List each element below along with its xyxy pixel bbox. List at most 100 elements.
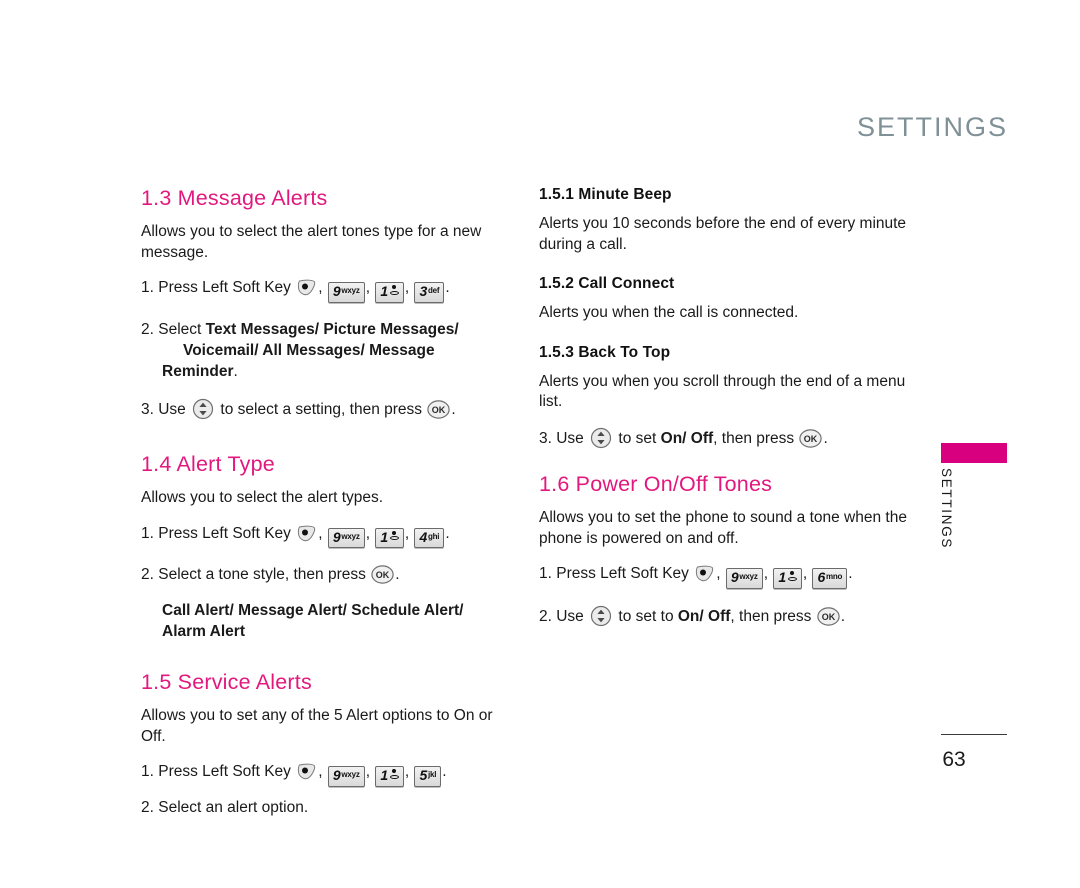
- on-off-value: On/ Off: [677, 607, 731, 625]
- keycap-9: 9wxyz: [327, 282, 365, 303]
- comma-1: ,: [716, 565, 721, 583]
- section-1-4-description: Allows you to select the alert types.: [141, 489, 384, 507]
- period-2: .: [233, 362, 238, 380]
- comma-2: ,: [763, 565, 768, 583]
- section-title-1-5-1: 1.5.1 Minute Beep: [539, 186, 672, 203]
- period-1: .: [848, 565, 853, 583]
- step-text: 3. Use: [141, 400, 191, 418]
- period-2: .: [395, 566, 400, 584]
- keycap-1-number: 1: [778, 569, 786, 586]
- svg-text:OK: OK: [432, 405, 446, 415]
- section-1-5-3-description: Alerts you when you scroll through the e…: [539, 372, 906, 411]
- step-text: , then press: [730, 607, 816, 625]
- keycap-9-number: 9: [332, 528, 341, 545]
- voicemail-glyph-icon: [787, 571, 797, 583]
- keycap-9-number: 9: [332, 283, 341, 300]
- comma-2: ,: [365, 524, 370, 542]
- step-text: 2. Select: [141, 320, 206, 338]
- section-1-5-description: Allows you to set any of the 5 Alert opt…: [141, 707, 493, 745]
- comma-3: ,: [404, 763, 410, 781]
- step-text: 1. Press Left Soft Key: [539, 565, 689, 583]
- step-text: 1. Press Left Soft Key: [141, 763, 291, 781]
- keycap-1-number: 1: [380, 767, 388, 784]
- ok-key-icon: OK: [427, 400, 451, 419]
- section-1-6-description: Allows you to set the phone to sound a t…: [539, 509, 907, 547]
- step-text: 3. Use: [539, 430, 589, 448]
- options-line-2: Alarm Alert: [162, 623, 245, 641]
- step2-option-line-1: Text Messages/ Picture Messages/: [205, 320, 459, 338]
- running-head: SETTINGS: [856, 112, 1008, 142]
- keycap-5-letters: jkl: [427, 770, 437, 780]
- section-1-4-options: Call Alert/ Message Alert/ Schedule Aler…: [141, 601, 509, 643]
- keycap-9-number: 9: [730, 569, 739, 586]
- section-1-4-step-1: 1. Press Left Soft Key , 9wxyz, 1, 4ghi.: [141, 523, 509, 549]
- keycap-9-letters: wxyz: [341, 286, 360, 296]
- step-text: to select a setting, then press: [220, 400, 427, 418]
- step-text: 1. Press Left Soft Key: [141, 279, 291, 297]
- section-title-1-5: 1.5 Service Alerts: [141, 670, 312, 695]
- options-line-1: Call Alert/ Message Alert/ Schedule Aler…: [162, 602, 464, 620]
- section-title-1-4: 1.4 Alert Type: [141, 452, 275, 477]
- page-number: 63: [942, 748, 966, 771]
- period-1: .: [445, 524, 450, 542]
- navigation-updown-key-icon: [590, 605, 612, 627]
- step-text: 2. Select a tone style, then press: [141, 566, 371, 584]
- keycap-5-number: 5: [419, 767, 427, 784]
- section-1-3-description: Allows you to select the alert tones typ…: [141, 223, 482, 261]
- keycap-1: 1: [375, 527, 404, 549]
- keycap-9-number: 9: [332, 767, 341, 784]
- chapter-thumb-tab: [941, 443, 1007, 463]
- section-title-1-6: 1.6 Power On/Off Tones: [539, 472, 773, 497]
- keycap-1: 1: [375, 282, 404, 303]
- keycap-9-letters: wxyz: [341, 770, 360, 780]
- keycap-9-letters: wxyz: [739, 572, 758, 582]
- comma-1: ,: [318, 524, 323, 542]
- keycap-4-number: 4: [419, 528, 427, 545]
- section-title-1-5-2: 1.5.2 Call Connect: [539, 275, 675, 293]
- section-1-5-3-step-3: 3. Use to set On/ Off, then press OK .: [539, 427, 907, 449]
- period-3: .: [451, 400, 456, 418]
- comma-2: ,: [365, 279, 370, 297]
- comma-3: ,: [802, 565, 808, 583]
- left-soft-key-icon: [297, 525, 316, 542]
- left-soft-key-icon: [695, 565, 714, 582]
- comma-2: ,: [365, 763, 370, 781]
- keycap-5: 5jkl: [414, 766, 442, 787]
- section-1-5-step-1: 1. Press Left Soft Key , 9wxyz, 1, 5jkl.: [141, 761, 509, 787]
- keycap-1-number: 1: [380, 528, 388, 545]
- svg-text:OK: OK: [821, 612, 835, 622]
- section-1-3-step-2: 2. Select Text Messages/ Picture Message…: [141, 319, 509, 382]
- step2-option-line-2: Voicemail/ All Messages/ Message Reminde…: [162, 341, 435, 380]
- on-off-value: On/ Off: [660, 430, 714, 448]
- section-title-1-5-3: 1.5.3 Back To Top: [539, 343, 671, 361]
- svg-text:OK: OK: [804, 434, 818, 444]
- section-1-5-step-2: 2. Select an alert option.: [141, 798, 309, 816]
- right-column: 1.5.1 Minute Beep Alerts you 10 seconds …: [539, 186, 907, 637]
- comma-3: ,: [404, 524, 410, 542]
- left-column: 1.3 Message Alerts Allows you to select …: [141, 186, 509, 828]
- left-soft-key-icon: [297, 763, 316, 780]
- ok-key-icon: OK: [817, 607, 840, 626]
- section-1-5-1-description: Alerts you 10 seconds before the end of …: [539, 215, 907, 253]
- section-1-3-step-1: 1. Press Left Soft Key , 9wxyz, 1, 3def.: [141, 277, 509, 303]
- svg-text:OK: OK: [376, 570, 390, 580]
- period-1: .: [442, 763, 447, 781]
- voicemail-glyph-icon: [389, 285, 399, 297]
- keycap-9: 9wxyz: [327, 766, 365, 787]
- folio-rule: [941, 734, 1007, 735]
- comma-1: ,: [318, 279, 323, 297]
- section-1-5-2-description: Alerts you when the call is connected.: [539, 304, 799, 322]
- keycap-4: 4ghi: [414, 527, 445, 549]
- section-1-3-step-3: 3. Use to select a setting, then press O…: [141, 398, 509, 420]
- period-1: .: [445, 279, 450, 297]
- chapter-thumb-tab-label: SETTINGS: [939, 468, 954, 550]
- step-text: , then press: [713, 430, 799, 448]
- step-text: to set: [618, 430, 661, 448]
- section-1-4-step-2: 2. Select a tone style, then press OK .: [141, 564, 509, 585]
- keycap-4-letters: ghi: [427, 531, 440, 541]
- keycap-6: 6mno: [812, 568, 848, 589]
- keycap-6-number: 6: [817, 569, 825, 586]
- manual-page: SETTINGS 1.3 Message Alerts Allows you t…: [0, 0, 1080, 888]
- keycap-9: 9wxyz: [327, 527, 365, 549]
- ok-key-icon: OK: [799, 429, 823, 448]
